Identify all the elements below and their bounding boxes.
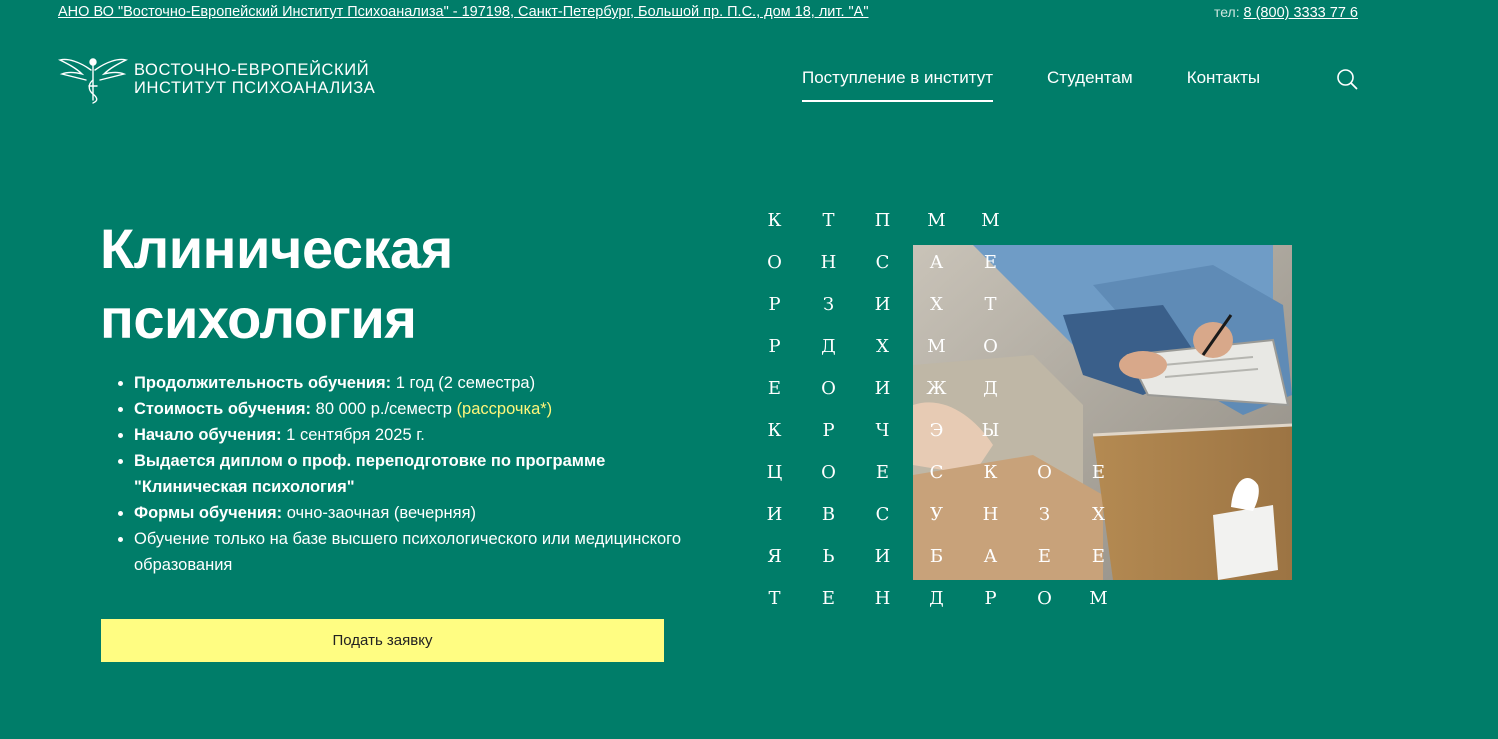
nav-item-students[interactable]: Студентам	[1047, 68, 1133, 102]
grid-letter: М	[927, 336, 947, 357]
apply-button[interactable]: Подать заявку	[101, 619, 664, 662]
grid-letter: Е	[767, 378, 783, 399]
grid-letter: О	[821, 462, 837, 483]
grid-letter: Н	[982, 504, 1000, 525]
grid-letter: Д	[983, 378, 999, 399]
grid-letter: Р	[768, 336, 782, 357]
logo-line-1: ВОСТОЧНО-ЕВРОПЕЙСКИЙ	[134, 61, 370, 79]
program-facts-list: Продолжительность обучения: 1 год (2 сем…	[114, 370, 694, 578]
fact-label: Формы обучения:	[134, 504, 283, 522]
grid-letter: Е	[1091, 462, 1107, 483]
fact-requirement: Обучение только на базе высшего психолог…	[134, 526, 694, 578]
fact-value: 1 год (2 семестра)	[391, 374, 536, 392]
grid-letter: Я	[767, 546, 783, 567]
grid-letter: О	[767, 252, 783, 273]
site-logo[interactable]: ВОСТОЧНО-ЕВРОПЕЙСКИЙ ИНСТИТУТ ПСИХОАНАЛИ…	[58, 54, 375, 104]
grid-letter: Е	[1091, 546, 1107, 567]
grid-letter: Е	[983, 252, 999, 273]
title-line-2: психология	[100, 287, 417, 350]
fact-value: 1 сентября 2025 г.	[281, 426, 425, 444]
grid-letter: О	[983, 336, 999, 357]
grid-letter: О	[1037, 462, 1053, 483]
title-line-1: Клиническая	[100, 217, 453, 280]
grid-letter: Х	[876, 336, 890, 357]
grid-letter: Т	[768, 588, 782, 609]
grid-letter: К	[983, 462, 999, 483]
grid-letter: Е	[875, 462, 891, 483]
fact-diploma: Выдается диплом о проф. переподготовке п…	[134, 448, 694, 500]
grid-letter: А	[983, 546, 999, 567]
grid-letter: И	[874, 294, 892, 315]
page-title: Клиническая психология	[100, 214, 453, 354]
nav-item-contacts[interactable]: Контакты	[1187, 68, 1260, 102]
grid-letter: С	[875, 252, 891, 273]
fact-value: 80 000 р./семестр	[311, 400, 457, 418]
grid-letter: И	[766, 504, 784, 525]
letter-grid-illustration: КТПММОНСАЕРЗИХТРДХМОЕОИЖДКРЧЭЫЦОЕСКОЕИВС…	[748, 210, 1308, 620]
grid-letter: Х	[1092, 504, 1106, 525]
grid-letter: О	[821, 378, 837, 399]
grid-letter: Ч	[875, 420, 891, 441]
grid-letter: Е	[821, 588, 837, 609]
grid-letter: К	[767, 210, 783, 231]
grid-letter: Д	[821, 336, 837, 357]
phone-block: тел: 8 (800) 3333 77 6	[1214, 4, 1358, 21]
search-icon[interactable]	[1336, 68, 1358, 90]
grid-letter: З	[822, 294, 836, 315]
grid-letter: Е	[1037, 546, 1053, 567]
grid-letter: О	[1037, 588, 1053, 609]
top-bar: АНО ВО "Восточно-Европейский Институт Пс…	[58, 4, 1358, 24]
fact-duration: Продолжительность обучения: 1 год (2 сем…	[134, 370, 694, 396]
grid-letter: Ы	[981, 420, 1001, 441]
grid-letter: А	[929, 252, 945, 273]
fact-label: Стоимость обучения:	[134, 400, 312, 418]
grid-letter: Д	[929, 588, 945, 609]
logo-line-2: ИНСТИТУТ ПСИХОАНАЛИЗА	[134, 79, 376, 97]
address-link[interactable]: АНО ВО "Восточно-Европейский Институт Пс…	[58, 4, 868, 20]
grid-letter: Ь	[822, 546, 836, 567]
grid-letter: Р	[984, 588, 998, 609]
grid-letter: С	[875, 504, 891, 525]
grid-letter: Т	[822, 210, 836, 231]
grid-letter: С	[929, 462, 945, 483]
winged-figure-logo-icon	[58, 58, 128, 104]
grid-letter: Р	[768, 294, 782, 315]
grid-letter: И	[874, 378, 892, 399]
fact-label: Начало обучения:	[134, 426, 282, 444]
grid-letter: Ц	[766, 462, 784, 483]
grid-letter: Т	[984, 294, 998, 315]
fact-label: Продолжительность обучения:	[134, 374, 392, 392]
grid-letter: И	[874, 546, 892, 567]
grid-letter: В	[821, 504, 837, 525]
logo-text: ВОСТОЧНО-ЕВРОПЕЙСКИЙ ИНСТИТУТ ПСИХОАНАЛИ…	[134, 61, 375, 97]
grid-letter: Ж	[926, 378, 948, 399]
grid-letter: М	[1089, 588, 1109, 609]
grid-letter: Х	[930, 294, 944, 315]
fact-value: Обучение только на базе высшего психолог…	[134, 530, 682, 574]
grid-letter: Б	[929, 546, 945, 567]
grid-letter: М	[981, 210, 1001, 231]
phone-link[interactable]: 8 (800) 3333 77 6	[1244, 5, 1358, 21]
grid-letter: З	[1038, 504, 1052, 525]
fact-label: Выдается диплом о проф. переподготовке п…	[134, 452, 606, 496]
main-nav: Поступление в институт Студентам Контакт…	[802, 68, 1260, 102]
grid-letter: П	[874, 210, 892, 231]
fact-value: очно-заочная (вечерняя)	[282, 504, 476, 522]
fact-start: Начало обучения: 1 сентября 2025 г.	[134, 422, 694, 448]
grid-letter: Н	[874, 588, 892, 609]
grid-letter: М	[927, 210, 947, 231]
grid-letter: У	[929, 504, 944, 525]
installment-link[interactable]: (рассрочка*)	[457, 400, 553, 418]
phone-label: тел:	[1213, 4, 1240, 20]
grid-letter: К	[767, 420, 783, 441]
grid-letter: Н	[820, 252, 838, 273]
fact-study-form: Формы обучения: очно-заочная (вечерняя)	[134, 500, 694, 526]
grid-letter: Э	[929, 420, 945, 441]
fact-cost: Стоимость обучения: 80 000 р./семестр (р…	[134, 396, 694, 422]
nav-item-admission[interactable]: Поступление в институт	[802, 68, 993, 102]
grid-letter: Р	[822, 420, 836, 441]
